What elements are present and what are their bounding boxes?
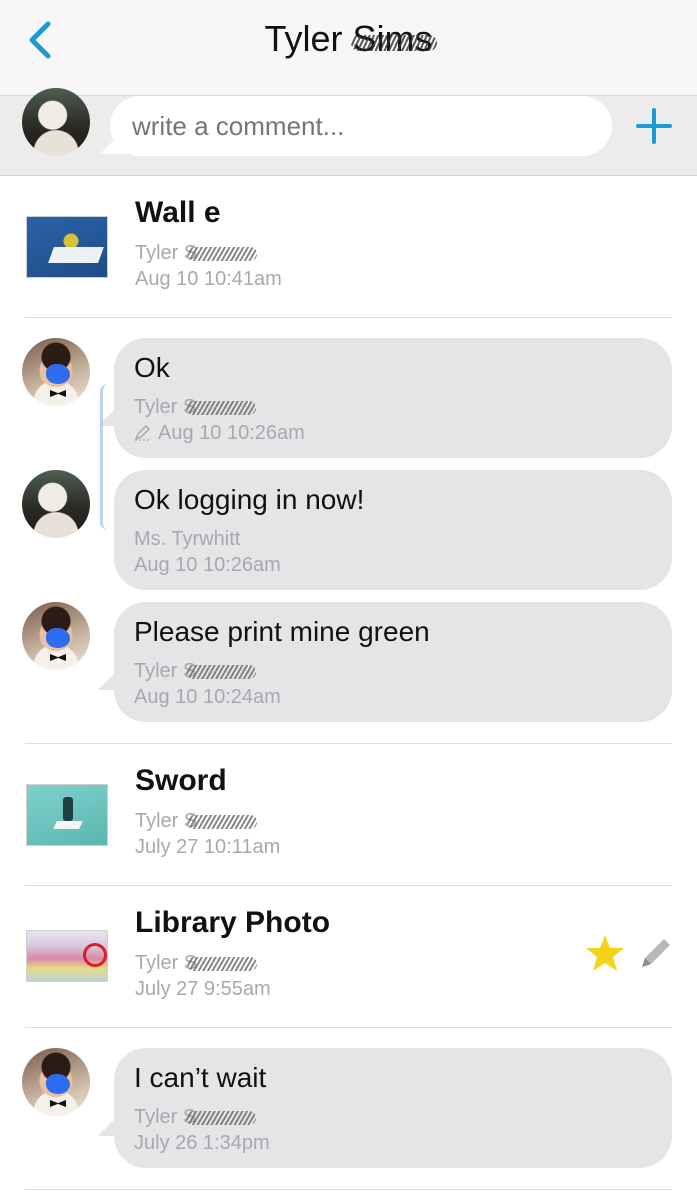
message-text: Ok logging in now!	[134, 484, 365, 515]
page-title: Tyler Sims	[0, 18, 697, 60]
divider	[25, 1027, 672, 1028]
message-bubble[interactable]: Ok Tyler S Aug 10 10:26am	[98, 338, 672, 458]
item-date: Aug 10 10:26am	[134, 554, 281, 576]
message-bubble[interactable]: Please print mine green Tyler S Aug 10 1…	[98, 602, 672, 722]
file-title[interactable]: Wall e	[135, 196, 221, 230]
avatar	[22, 88, 90, 156]
item-date: July 27 10:11am	[135, 836, 281, 858]
file-thumbnail[interactable]	[26, 930, 108, 982]
item-author: Tyler S	[134, 394, 257, 420]
message-text: Please print mine green	[134, 616, 430, 647]
plus-icon	[636, 108, 672, 144]
item-date: Aug 10 10:24am	[134, 686, 281, 708]
avatar	[22, 470, 90, 538]
item-author: Ms. Tyrwhitt	[134, 528, 241, 550]
avatar	[22, 338, 90, 406]
divider	[25, 885, 672, 886]
item-date: Aug 10 10:26am	[134, 420, 305, 446]
divider	[25, 743, 672, 744]
add-button[interactable]	[630, 102, 678, 150]
item-date: Aug 10 10:41am	[135, 268, 282, 290]
title-first-name: Tyler	[264, 18, 343, 59]
file-thumbnail[interactable]	[26, 216, 108, 278]
message-text: Ok	[134, 352, 170, 383]
pencil-icon	[642, 939, 670, 967]
divider	[25, 317, 672, 318]
star-button[interactable]	[585, 933, 625, 973]
item-author: Tyler S	[135, 808, 258, 834]
title-last-name-redacted: Sims	[350, 18, 437, 59]
edit-button[interactable]	[638, 935, 674, 971]
file-title[interactable]: Library Photo	[135, 906, 330, 940]
item-author: Tyler S	[134, 658, 257, 684]
comment-bar	[0, 88, 697, 176]
file-title[interactable]: Sword	[135, 764, 227, 798]
item-date: July 26 1:34pm	[134, 1132, 270, 1154]
divider	[25, 1189, 672, 1190]
star-icon	[586, 935, 624, 971]
message-bubble[interactable]: I can’t wait Tyler S July 26 1:34pm	[98, 1048, 672, 1168]
nav-header: Tyler Sims	[0, 0, 697, 96]
message-bubble[interactable]: Ok logging in now! Ms. Tyrwhitt Aug 10 1…	[114, 470, 672, 590]
file-thumbnail[interactable]	[26, 784, 108, 846]
avatar	[22, 1048, 90, 1116]
avatar	[22, 602, 90, 670]
item-author: Tyler S	[135, 240, 258, 266]
message-text: I can’t wait	[134, 1062, 267, 1093]
edited-pencil-icon	[134, 424, 151, 441]
comment-input[interactable]	[110, 96, 612, 156]
item-author: Tyler S	[134, 1104, 257, 1130]
item-author: Tyler S	[135, 950, 258, 976]
thread-connector	[100, 384, 114, 530]
item-date: July 27 9:55am	[135, 978, 271, 1000]
